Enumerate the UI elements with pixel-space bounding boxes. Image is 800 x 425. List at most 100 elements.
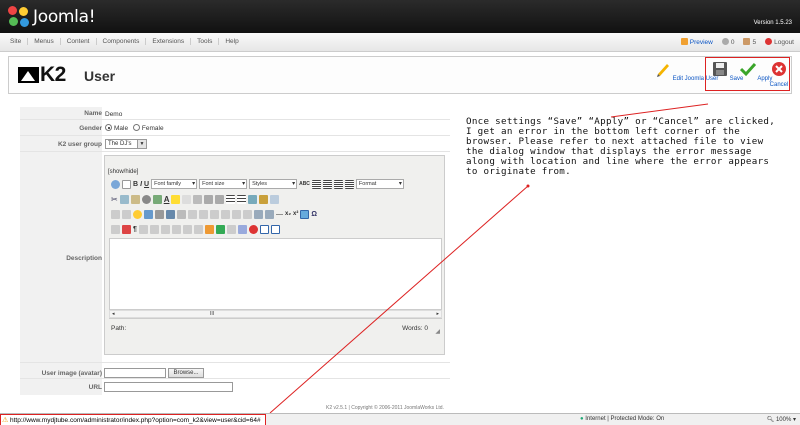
merge-cells-icon[interactable] [243, 209, 252, 219]
font-size-select[interactable]: Font size [199, 179, 248, 189]
align-left-icon[interactable] [311, 179, 321, 189]
copy-icon[interactable] [119, 194, 129, 204]
visualaid-icon[interactable] [248, 224, 258, 234]
scroll-thumb[interactable]: III [210, 311, 214, 317]
url-input[interactable] [104, 382, 233, 392]
online-users-link[interactable]: 5 [743, 38, 756, 46]
security-zone[interactable]: ● Internet | Protected Mode: On [580, 416, 664, 422]
scroll-left-icon[interactable]: ◂ [112, 311, 115, 317]
layer-icon[interactable] [215, 224, 225, 234]
resize-handle-icon[interactable]: ◢ [435, 328, 440, 335]
pilcrow-icon[interactable]: ¶ [133, 226, 137, 233]
redo-icon[interactable] [215, 194, 225, 204]
cell-props-icon[interactable] [199, 209, 208, 219]
menu-help[interactable]: Help [219, 38, 244, 45]
menu-menus[interactable]: Menus [28, 38, 61, 45]
messages-link[interactable]: 0 [721, 38, 734, 46]
highlight-icon[interactable] [171, 194, 181, 204]
ins-icon[interactable] [182, 224, 192, 234]
avatar-file-input[interactable] [104, 368, 166, 378]
preview-link[interactable]: Preview [680, 38, 713, 46]
code-icon[interactable] [270, 194, 280, 204]
superscript-icon[interactable]: x² [293, 211, 298, 217]
bullet-list-icon[interactable] [226, 194, 236, 204]
unlink-icon[interactable] [122, 209, 131, 219]
direction-icon[interactable] [111, 224, 120, 234]
bold-icon[interactable]: B [133, 181, 138, 188]
component-toolbar: K2 User Edit Joomla User Save Apply Canc… [8, 56, 792, 94]
align-center-icon[interactable] [322, 179, 332, 189]
table-icon[interactable] [177, 209, 186, 219]
font-color-icon[interactable]: A [164, 195, 170, 204]
emotion-icon[interactable] [133, 209, 142, 219]
anchor-icon[interactable] [111, 209, 120, 219]
preview-page-icon[interactable] [270, 224, 280, 234]
user-group-select[interactable]: The DJ's ▼ [105, 139, 147, 149]
editor-horizontal-scrollbar[interactable]: ◂ III ▸ [109, 310, 442, 318]
editor-toolbar-row-2: ✂ A [111, 193, 280, 205]
remove-format-icon[interactable] [265, 209, 274, 219]
find-icon[interactable] [141, 194, 151, 204]
logout-label: Logout [774, 39, 794, 46]
scroll-right-icon[interactable]: ▸ [436, 311, 439, 317]
image-icon[interactable] [144, 209, 153, 219]
gender-male-radio[interactable] [105, 124, 112, 131]
spellcheck-icon[interactable] [237, 224, 247, 234]
logout-link[interactable]: Logout [765, 38, 794, 46]
font-family-select[interactable]: Font family [151, 179, 198, 189]
warning-icon[interactable]: ⚠ [2, 416, 8, 424]
format-value: Format [358, 181, 377, 187]
help-icon[interactable] [111, 179, 120, 189]
joomla-logo[interactable]: Joomla! [8, 5, 96, 29]
cleanup-icon[interactable] [259, 194, 269, 204]
abbr-icon[interactable] [149, 224, 159, 234]
template-icon[interactable] [204, 224, 214, 234]
zoom-control[interactable]: 🔍︎ 100% ▾ [767, 416, 796, 423]
menu-site[interactable]: Site [4, 38, 29, 45]
menu-extensions[interactable]: Extensions [146, 38, 192, 45]
strikethrough-icon[interactable]: ABC [299, 181, 310, 187]
del-icon[interactable] [171, 224, 181, 234]
underline-icon[interactable]: U [144, 181, 149, 188]
browse-button[interactable]: Browse... [168, 368, 204, 378]
indent-icon[interactable] [193, 194, 203, 204]
attribs-icon[interactable] [193, 224, 203, 234]
new-document-icon[interactable] [122, 179, 131, 189]
name-value: Demo [105, 111, 123, 118]
align-justify-icon[interactable] [344, 179, 354, 189]
absolute-icon[interactable] [226, 224, 236, 234]
media-icon[interactable] [155, 209, 164, 219]
undo-icon[interactable] [204, 194, 214, 204]
outdent-icon[interactable] [182, 194, 192, 204]
hr-icon[interactable]: — [276, 211, 283, 218]
description-text-area[interactable] [109, 238, 442, 310]
link-icon[interactable] [248, 194, 258, 204]
insert-row-icon[interactable] [210, 209, 219, 219]
menu-content[interactable]: Content [61, 38, 97, 45]
status-url-text: http://www.mydjtube.com/administrator/in… [10, 417, 261, 424]
menu-tools[interactable]: Tools [191, 38, 220, 45]
align-right-icon[interactable] [333, 179, 343, 189]
cite-icon[interactable] [138, 224, 148, 234]
edit-image-icon[interactable] [166, 209, 175, 219]
charmap-icon[interactable] [300, 209, 310, 219]
subscript-icon[interactable]: x₂ [285, 211, 291, 217]
omega-icon[interactable]: Ω [311, 211, 317, 218]
flash-icon[interactable] [122, 224, 131, 234]
cut-icon[interactable]: ✂ [111, 195, 118, 204]
show-hide-toggle[interactable]: [show/hide] [108, 169, 138, 175]
acronym-icon[interactable] [160, 224, 170, 234]
italic-icon[interactable]: I [140, 181, 142, 188]
fullscreen-icon[interactable] [259, 224, 269, 234]
numbered-list-icon[interactable] [237, 194, 247, 204]
format-select[interactable]: Format [355, 179, 404, 189]
split-cells-icon[interactable] [232, 209, 241, 219]
paste-icon[interactable] [130, 194, 140, 204]
row-props-icon[interactable] [188, 209, 197, 219]
menu-components[interactable]: Components [97, 38, 147, 45]
gender-female-radio[interactable] [132, 124, 140, 131]
replace-icon[interactable] [152, 194, 162, 204]
styles-select[interactable]: Styles [249, 179, 298, 189]
horizontal-rule-icon[interactable] [254, 209, 263, 219]
delete-row-icon[interactable] [221, 209, 230, 219]
